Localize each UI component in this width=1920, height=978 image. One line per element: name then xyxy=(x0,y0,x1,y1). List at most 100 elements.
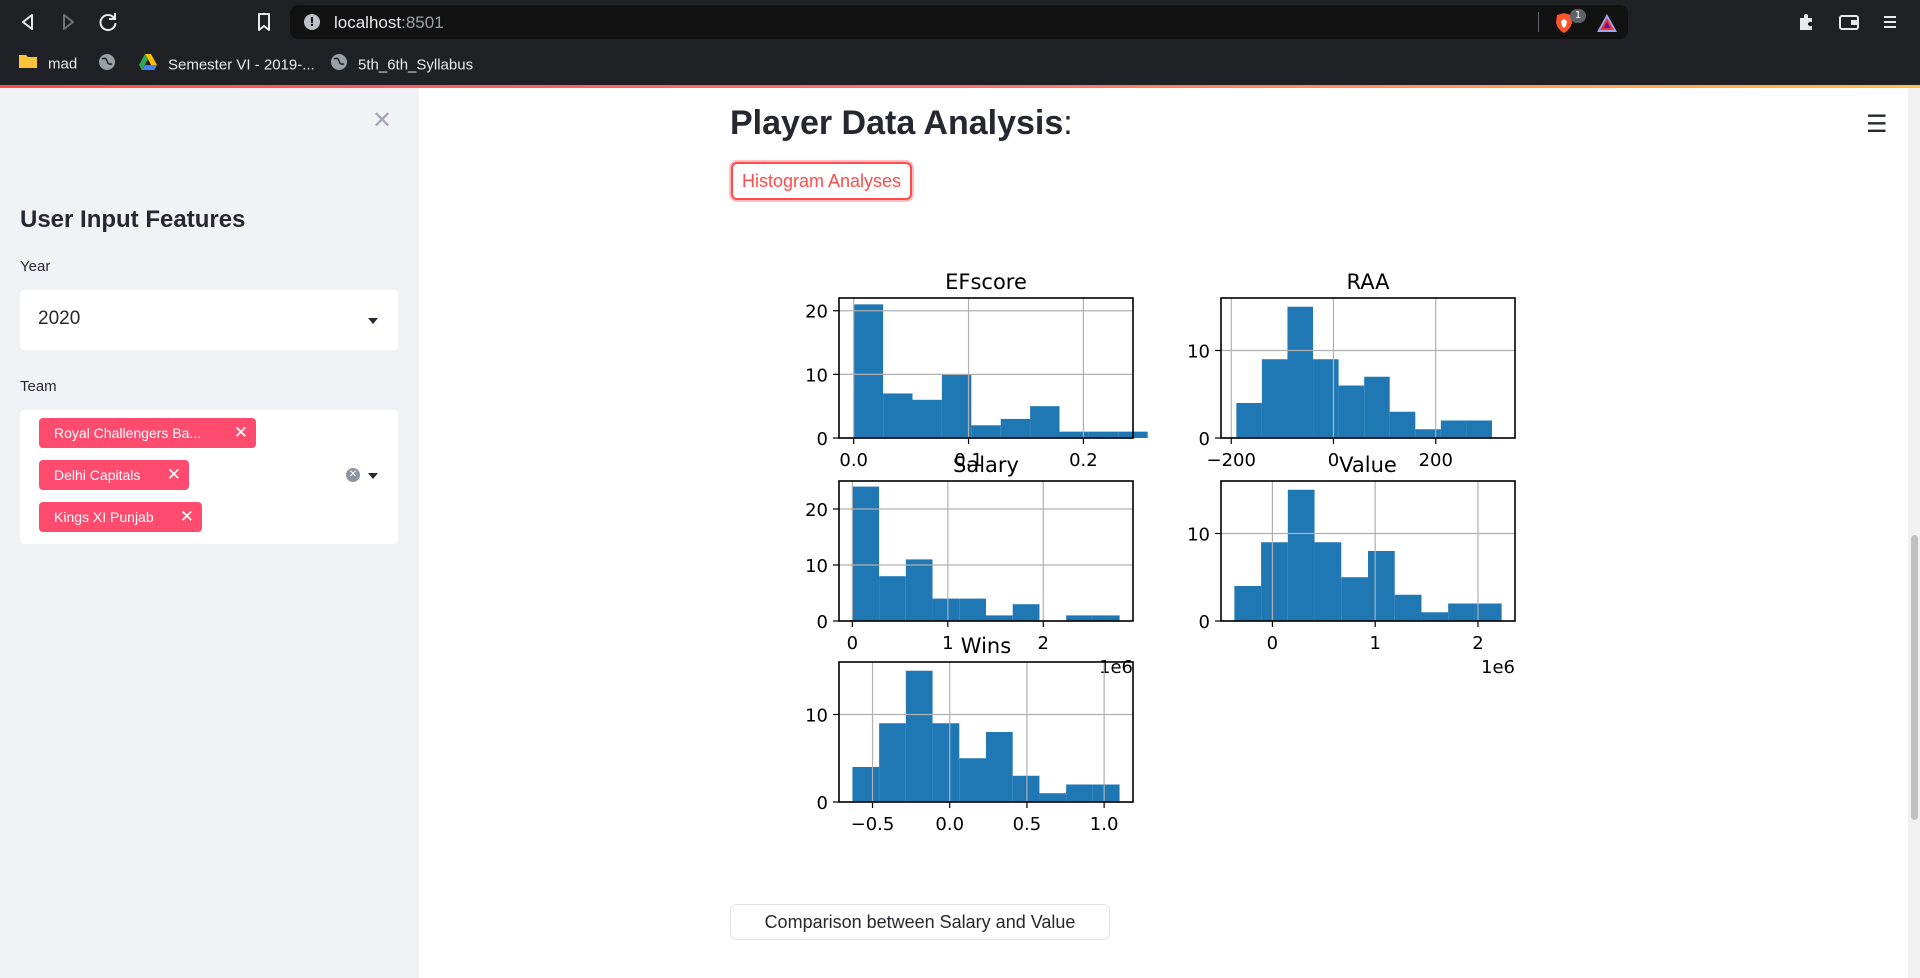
bookmark-label: 5th_6th_Syllabus xyxy=(358,56,474,74)
histogram-bar xyxy=(912,399,942,438)
histogram-bar xyxy=(1341,577,1368,621)
site-info-icon[interactable]: ! xyxy=(304,14,320,30)
x-tick-label: 2 xyxy=(1038,633,1049,654)
bookmark-mad[interactable]: mad xyxy=(18,53,77,75)
x-tick-label: 0.5 xyxy=(1013,814,1042,835)
brave-rewards-icon[interactable] xyxy=(1596,13,1618,33)
comparison-button[interactable]: Comparison between Salary and Value xyxy=(730,904,1110,940)
histogram-bar xyxy=(1287,489,1315,621)
remove-tag-icon[interactable]: ✕ xyxy=(167,460,181,490)
histogram-bar xyxy=(853,304,884,438)
histogram-bar xyxy=(1338,385,1365,438)
y-tick-label: 20 xyxy=(805,302,828,323)
histogram-bar xyxy=(959,598,986,621)
histogram-bar xyxy=(1039,793,1067,802)
histogram-bar xyxy=(941,374,972,438)
chevron-down-icon[interactable] xyxy=(368,318,378,324)
histogram-raa: RAA−200 0 200010 xyxy=(1187,270,1516,471)
x-tick-label: 0.2 xyxy=(1069,450,1098,471)
y-tick-label: 10 xyxy=(1187,525,1210,546)
bookmark-icon[interactable] xyxy=(250,8,278,36)
x-tick-label: −200 xyxy=(1206,450,1255,471)
y-tick-label: 0 xyxy=(1199,429,1210,450)
axes-title: RAA xyxy=(1346,270,1390,294)
histogram-bar xyxy=(905,559,933,621)
y-tick-label: 0 xyxy=(817,429,828,450)
histogram-bar xyxy=(1474,603,1502,621)
browser-toolbar: ! localhost:8501 1 xyxy=(0,0,1920,44)
axes-title: Value xyxy=(1339,453,1397,477)
url-text: localhost:8501 xyxy=(334,13,444,33)
close-sidebar-icon[interactable]: ✕ xyxy=(372,106,392,134)
histogram-bar xyxy=(905,670,933,802)
y-tick-label: 0 xyxy=(817,612,828,633)
sidebar-title: User Input Features xyxy=(20,206,246,233)
globe-icon xyxy=(330,53,348,78)
back-icon[interactable] xyxy=(14,8,42,36)
url-host: localhost xyxy=(334,13,402,32)
histogram-bar xyxy=(1088,431,1119,438)
browser-chrome: ! localhost:8501 1 mad Semester VI - 201… xyxy=(0,0,1920,88)
page-title-colon: : xyxy=(1063,104,1073,142)
browser-menu-icon[interactable] xyxy=(1882,12,1898,37)
histogram-bar xyxy=(1394,594,1422,621)
team-tag-label: Royal Challengers Ba... xyxy=(54,425,202,441)
histogram-analyses-button[interactable]: Histogram Analyses xyxy=(731,162,912,200)
shields-count-badge: 1 xyxy=(1570,9,1586,23)
year-select-value: 2020 xyxy=(38,308,81,329)
team-tag: Royal Challengers Ba... ✕ xyxy=(39,418,256,448)
histogram-bar xyxy=(986,732,1013,802)
clear-all-icon[interactable]: ✕ xyxy=(346,468,360,482)
histogram-bar xyxy=(1421,612,1449,621)
histogram-bar xyxy=(1313,359,1339,438)
x-tick-label: −0.5 xyxy=(851,814,895,835)
page-title: Player Data Analysis: xyxy=(730,104,1073,143)
bookmark-globe[interactable] xyxy=(98,53,126,75)
histogram-bar xyxy=(1448,603,1475,621)
team-label: Team xyxy=(20,378,57,395)
bookmark-syllabus[interactable]: 5th_6th_Syllabus xyxy=(330,53,473,75)
histogram-bar xyxy=(852,767,880,802)
histogram-bar xyxy=(959,758,986,802)
globe-icon xyxy=(98,53,116,78)
histogram-bar xyxy=(971,425,1001,438)
remove-tag-icon[interactable]: ✕ xyxy=(180,502,194,532)
year-label: Year xyxy=(20,258,51,275)
x-tick-label: 0 xyxy=(1267,633,1278,654)
app-menu-icon[interactable]: ☰ xyxy=(1866,110,1888,138)
histogram-bar xyxy=(1092,784,1120,802)
histogram-bar xyxy=(1368,551,1395,621)
team-tag-label: Kings XI Punjab xyxy=(54,509,154,525)
histogram-bar xyxy=(1415,429,1441,438)
x-tick-label: 1 xyxy=(942,633,953,654)
chevron-down-icon[interactable] xyxy=(368,473,378,479)
scrollbar-track[interactable] xyxy=(1908,88,1920,978)
team-tag-label: Delhi Capitals xyxy=(54,467,141,483)
y-tick-label: 10 xyxy=(1187,342,1210,363)
folder-icon xyxy=(18,53,38,76)
reload-icon[interactable] xyxy=(94,8,122,36)
axes-title: Wins xyxy=(961,634,1011,658)
x-tick-label: 0.0 xyxy=(935,814,964,835)
histogram-efscore: EFscore0.0 0.1 0.201020 xyxy=(805,270,1148,471)
extensions-icon[interactable] xyxy=(1796,12,1816,37)
forward-icon[interactable] xyxy=(54,8,82,36)
y-tick-label: 0 xyxy=(1199,612,1210,633)
histogram-bar xyxy=(1059,431,1089,438)
histogram-bar xyxy=(1440,420,1467,438)
scrollbar-thumb[interactable] xyxy=(1911,535,1918,820)
histogram-bar xyxy=(852,486,880,621)
team-multiselect[interactable]: Royal Challengers Ba... ✕ Delhi Capitals ✕… xyxy=(20,410,398,544)
histogram-bar xyxy=(879,576,906,621)
histogram-bar xyxy=(1092,615,1120,621)
y-tick-label: 20 xyxy=(805,500,828,521)
histogram-bar xyxy=(1287,306,1314,438)
y-tick-label: 10 xyxy=(805,556,828,577)
wallet-icon[interactable] xyxy=(1838,12,1860,37)
remove-tag-icon[interactable]: ✕ xyxy=(234,418,248,448)
year-select[interactable]: 2020 xyxy=(20,290,398,350)
bookmark-semester[interactable]: Semester VI - 2019-... xyxy=(138,53,315,75)
axes-title: Salary xyxy=(953,453,1019,477)
address-bar[interactable]: ! localhost:8501 1 xyxy=(290,5,1628,39)
histogram-bar xyxy=(1234,586,1262,621)
